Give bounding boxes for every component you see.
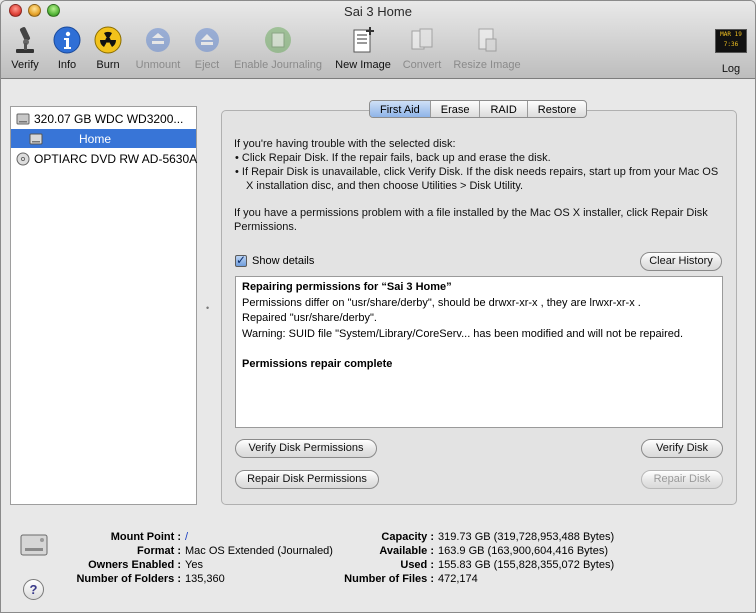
show-details-checkbox[interactable]: [235, 253, 247, 267]
window-title: Sai 3 Home: [344, 4, 412, 19]
capacity-row: Capacity :319.73 GB (319,728,953,488 Byt…: [381, 531, 615, 543]
disk-item-label: 320.07 GB WDC WD3200...: [34, 111, 184, 126]
enable-journaling-button[interactable]: Enable Journaling: [232, 25, 324, 71]
convert-icon: [407, 25, 437, 55]
volume-item-home[interactable]: Home: [11, 129, 196, 148]
disk-item-wdc[interactable]: 320.07 GB WDC WD3200...: [11, 109, 196, 128]
number-of-folders-row: Number of Folders :135,360: [76, 573, 225, 585]
repair-disk-button[interactable]: Repair Disk: [641, 470, 723, 489]
owners-enabled-row: Owners Enabled : Yes: [88, 559, 203, 571]
optical-drive-icon: [16, 152, 30, 165]
verify-button[interactable]: Verify: [7, 25, 43, 71]
toolbar: Sai 3 Home Verify Info Burn Unmount Ejec…: [1, 1, 755, 79]
mount-point-link[interactable]: /: [181, 531, 188, 543]
volume-drive-icon: [20, 534, 48, 556]
first-aid-instructions: If you're having trouble with the select…: [234, 137, 724, 193]
verify-disk-button[interactable]: Verify Disk: [641, 439, 723, 458]
log-button[interactable]: MAR 19 7:36 Log: [713, 25, 749, 75]
tab-raid[interactable]: RAID: [480, 101, 528, 117]
disk-utility-window: Sai 3 Home Verify Info Burn Unmount Ejec…: [0, 0, 756, 613]
tab-bar: First Aid Erase RAID Restore: [369, 100, 588, 118]
instructions-intro: If you're having trouble with the select…: [234, 138, 456, 150]
eject-button[interactable]: Eject: [192, 25, 222, 71]
burn-button[interactable]: Burn: [91, 25, 125, 71]
journal-icon: [263, 25, 293, 55]
split-view-handle[interactable]: •: [206, 303, 209, 313]
resize-image-icon: [472, 25, 502, 55]
unmount-icon: [143, 25, 173, 55]
number-of-files-row: Number of Files :472,174: [344, 573, 478, 585]
instructions-bullet-1: • Click Repair Disk. If the repair fails…: [235, 152, 551, 164]
format-row: Format : Mac OS Extended (Journaled): [137, 545, 333, 557]
info-button[interactable]: Info: [51, 25, 83, 71]
disk-item-dvd[interactable]: OPTIARC DVD RW AD-5630A: [11, 149, 198, 168]
mount-point-row: Mount Point : /: [110, 531, 189, 543]
new-image-button[interactable]: New Image: [333, 25, 393, 71]
disk-list: 320.07 GB WDC WD3200... Home OPTIARC DVD…: [10, 106, 197, 505]
tab-restore[interactable]: Restore: [528, 101, 587, 117]
volume-item-label: Home: [79, 131, 112, 146]
log-complete: Permissions repair complete: [242, 358, 393, 370]
volume-icon: [29, 133, 43, 144]
available-row: Available :163.9 GB (163,900,604,416 Byt…: [379, 545, 609, 557]
new-image-icon: [348, 25, 378, 55]
clear-history-button[interactable]: Clear History: [640, 252, 722, 271]
disk-item-label: OPTIARC DVD RW AD-5630A: [34, 151, 198, 166]
permissions-instructions: If you have a permissions problem with a…: [234, 207, 708, 233]
log-line: Repaired "usr/share/derby".: [242, 312, 377, 324]
unmount-button[interactable]: Unmount: [134, 25, 182, 71]
microscope-icon: [10, 25, 40, 55]
repair-disk-permissions-button[interactable]: Repair Disk Permissions: [235, 470, 379, 489]
log-line: Warning: SUID file "System/Library/CoreS…: [242, 327, 684, 340]
first-aid-log[interactable]: Repairing permissions for “Sai 3 Home” P…: [235, 276, 723, 428]
convert-button[interactable]: Convert: [401, 25, 443, 71]
show-details-label[interactable]: Show details: [252, 255, 314, 267]
used-row: Used :155.83 GB (155,828,355,072 Bytes): [400, 559, 615, 571]
verify-disk-permissions-button[interactable]: Verify Disk Permissions: [235, 439, 377, 458]
eject-icon: [192, 25, 222, 55]
help-button[interactable]: ?: [23, 579, 44, 600]
log-heading: Repairing permissions for “Sai 3 Home”: [242, 281, 452, 293]
log-display: MAR 19 7:36: [715, 29, 747, 53]
info-icon: [52, 25, 82, 55]
tab-first-aid[interactable]: First Aid: [370, 101, 431, 117]
resize-image-button[interactable]: Resize Image: [452, 25, 522, 71]
hard-disk-icon: [16, 113, 30, 124]
log-icon: MAR 19 7:36: [715, 29, 747, 59]
radiation-icon: [93, 25, 123, 55]
log-line: Permissions differ on "usr/share/derby",…: [242, 296, 641, 309]
instructions-bullet-2: • If Repair Disk is unavailable, click V…: [235, 166, 719, 192]
tab-erase[interactable]: Erase: [431, 101, 481, 117]
